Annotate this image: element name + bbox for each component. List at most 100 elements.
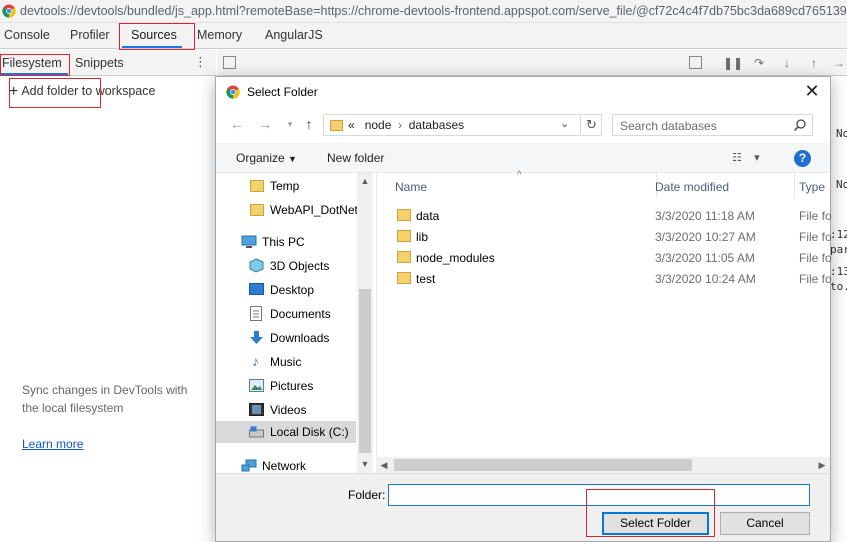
folder-icon [397,209,411,221]
file-type: File fo [799,209,832,223]
nav-item-webapi-dotnet[interactable]: WebAPI_DotNet [216,199,358,221]
toggle-debugger-icon[interactable] [689,56,702,69]
nav-item-label: Pictures [270,379,314,393]
tab-profiler[interactable]: Profiler [70,28,110,42]
command-bar: Organize ▼ New folder ☷ ▾ ? [216,143,830,173]
sort-ascending-icon: ^ [517,170,522,181]
step-over-icon[interactable]: ↷ [751,55,767,71]
filesystem-highlight-box [0,54,70,76]
column-label: Name [395,180,428,194]
new-folder-button[interactable]: New folder [327,151,384,165]
navigator-pane: Filesystem Snippets ⋮ + Add folder to wor… [0,50,216,542]
debugger-toolbar: ❚❚ ↷ ↓ ↑ → [217,50,847,76]
file-name: lib [416,230,429,244]
file-type: File fo [799,230,832,244]
search-icon [793,119,806,132]
list-item[interactable]: lib 3/3/2020 10:27 AM File fo [377,226,832,247]
scroll-up-icon[interactable]: ▲ [357,173,373,189]
nav-item-local-disk[interactable]: Local Disk (C:) [216,421,356,443]
column-header-name[interactable]: Name ^ [389,170,657,197]
file-list: Name ^ Date modified Type data 3/3/2020 … [376,170,833,473]
pictures-icon [249,379,264,392]
organize-label: Organize [236,151,285,165]
nav-item-label: This PC [262,235,305,249]
subtab-snippets[interactable]: Snippets [75,56,124,70]
address-dropdown-icon[interactable]: ⌄ [560,117,569,130]
column-header-type[interactable]: Type [793,173,833,197]
list-item[interactable]: test 3/3/2020 10:24 AM File fo [377,268,832,289]
devtools-title-bar: devtools://devtools/bundled/js_app.html?… [0,0,847,23]
address-bar[interactable]: « node › databases ⌄ [323,114,581,136]
step-icon[interactable]: → [831,55,847,71]
change-view-icon[interactable]: ☷ ▾ [732,151,772,165]
nav-item-label: Videos [270,403,307,417]
tab-angularjs[interactable]: AngularJS [265,28,323,42]
tab-memory[interactable]: Memory [197,28,242,42]
scroll-left-icon[interactable]: ◀ [376,457,392,473]
nav-item-pictures[interactable]: Pictures [216,375,356,397]
toggle-navigator-icon[interactable] [223,56,236,69]
column-header-date[interactable]: Date modified [649,173,795,197]
nav-item-label: Desktop [270,283,315,297]
address-row: ← → ▾ ↑ « node › databases ⌄ ↻ [216,107,830,141]
step-out-icon[interactable]: ↑ [806,55,822,71]
drive-icon [249,426,264,438]
nav-item-label: Local Disk (C:) [270,425,349,439]
search-box[interactable] [612,114,813,136]
file-date: 3/3/2020 11:05 AM [655,251,755,265]
side-text-6: to. [830,280,847,293]
search-input[interactable] [618,118,783,134]
scroll-right-icon[interactable]: ▶ [814,457,830,473]
step-into-icon[interactable]: ↓ [779,55,795,71]
devtools-url: devtools://devtools/bundled/js_app.html?… [20,4,847,18]
refresh-icon[interactable]: ↻ [582,114,602,136]
scrollbar-thumb[interactable] [359,289,371,453]
horizontal-scrollbar[interactable]: ◀ ▶ [376,457,830,473]
computer-icon [241,235,257,248]
file-type: File fo [799,272,832,286]
folder-icon [397,251,411,263]
chrome-logo-icon [226,85,240,99]
organize-menu[interactable]: Organize ▼ [236,151,297,165]
pause-icon[interactable]: ❚❚ [723,55,743,71]
folder-icon [250,204,264,216]
chevron-down-icon: ▼ [288,154,297,164]
network-icon [241,459,257,472]
forward-arrow-icon[interactable]: → [257,116,273,132]
nav-item-desktop[interactable]: Desktop [216,279,356,301]
nav-item-documents[interactable]: Documents [216,303,356,325]
nav-item-downloads[interactable]: Downloads [216,327,356,349]
tab-console[interactable]: Console [4,28,50,42]
close-icon[interactable]: ✕ [803,82,821,100]
column-label: Date modified [655,180,730,194]
recent-locations-chevron-icon[interactable]: ▾ [282,116,298,132]
scrollbar-thumb[interactable] [394,459,692,471]
list-item[interactable]: data 3/3/2020 11:18 AM File fo [377,205,832,226]
help-icon[interactable]: ? [794,150,811,167]
nav-item-temp[interactable]: Temp [216,175,356,197]
back-arrow-icon[interactable]: ← [229,116,245,132]
list-item[interactable]: node_modules 3/3/2020 11:05 AM File fo [377,247,832,268]
more-options-icon[interactable]: ⋮ [194,55,207,71]
cancel-button[interactable]: Cancel [720,512,810,535]
breadcrumb-node[interactable]: node [365,118,392,132]
up-arrow-icon[interactable]: ↑ [301,116,317,132]
dialog-title-bar[interactable]: Select Folder ✕ [216,77,830,107]
file-name: node_modules [416,251,495,265]
nav-item-music[interactable]: ♪ Music [216,351,356,373]
breadcrumb-overflow[interactable]: « [348,118,355,132]
folder-icon [330,120,343,131]
scroll-down-icon[interactable]: ▼ [357,456,373,472]
select-folder-dialog: Select Folder ✕ ← → ▾ ↑ « node › databas… [215,76,833,542]
nav-item-3d-objects[interactable]: 3D Objects [216,255,356,277]
nav-item-this-pc[interactable]: This PC [216,231,356,253]
nav-item-videos[interactable]: Videos [216,399,356,421]
nav-item-label: Music [270,355,302,369]
learn-more-link[interactable]: Learn more [22,437,83,451]
breadcrumb-databases[interactable]: databases [409,118,464,132]
download-icon [250,331,263,344]
side-text-3: :12 [830,228,847,241]
add-folder-highlight-box [9,78,101,108]
navigation-scrollbar[interactable]: ▲ ▼ [357,173,373,473]
nav-item-label: Downloads [270,331,330,345]
